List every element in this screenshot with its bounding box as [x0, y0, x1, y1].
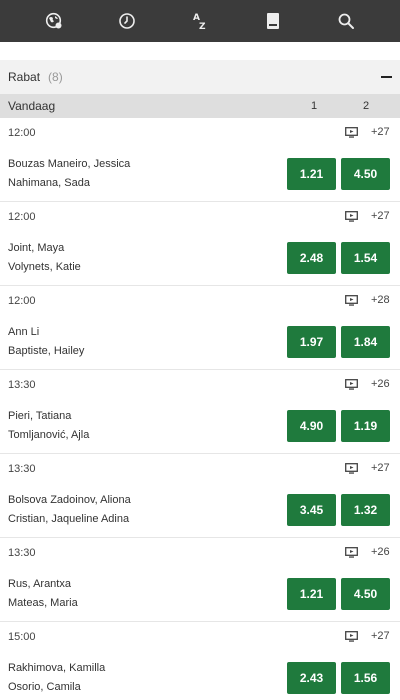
- event-row[interactable]: 12:00 +27 Bouzas Maneiro, Jessica Nahima…: [0, 118, 400, 202]
- odds-button-1[interactable]: 2.43: [287, 662, 336, 694]
- player-1-name: Joint, Maya: [8, 242, 65, 254]
- tv-icon: [345, 127, 358, 138]
- tv-icon: [345, 547, 358, 558]
- collapse-icon[interactable]: [381, 76, 392, 78]
- player-2-name: Baptiste, Hailey: [8, 345, 85, 357]
- svg-text:Z: Z: [199, 22, 206, 31]
- odds-button-1[interactable]: 3.45: [287, 494, 336, 526]
- player-1-name: Bolsova Zadoinov, Aliona: [8, 494, 131, 506]
- more-markets-link[interactable]: +27: [371, 462, 390, 474]
- odds-button-1[interactable]: 4.90: [287, 410, 336, 442]
- tv-icon: [345, 211, 358, 222]
- player-1-name: Ann Li: [8, 326, 40, 338]
- spacer: [0, 42, 400, 60]
- more-markets-link[interactable]: +27: [371, 126, 390, 138]
- event-time: 15:00: [8, 631, 36, 643]
- odds-button-1[interactable]: 2.48: [287, 242, 336, 274]
- odds-button-2[interactable]: 1.56: [341, 662, 390, 694]
- odds-button-2[interactable]: 1.32: [341, 494, 390, 526]
- tv-icon: [345, 631, 358, 642]
- tv-icon: [345, 379, 358, 390]
- more-markets-link[interactable]: +26: [371, 546, 390, 558]
- event-time: 13:30: [8, 463, 36, 475]
- column-2-label: 2: [362, 100, 370, 112]
- odds-button-2[interactable]: 1.19: [341, 410, 390, 442]
- event-time: 12:00: [8, 211, 36, 223]
- event-time: 13:30: [8, 379, 36, 391]
- more-markets-link[interactable]: +28: [371, 294, 390, 306]
- event-list: 12:00 +27 Bouzas Maneiro, Jessica Nahima…: [0, 118, 400, 700]
- column-header: Vandaag 1 2: [0, 94, 400, 118]
- top-navigation-bar: A Z: [0, 0, 400, 42]
- league-name: Rabat: [8, 70, 41, 84]
- column-1-label: 1: [310, 100, 318, 112]
- odds-button-2[interactable]: 4.50: [341, 158, 390, 190]
- event-row[interactable]: 13:30 +26 Rus, Arantxa Mateas, Maria 1.2…: [0, 538, 400, 622]
- more-markets-link[interactable]: +27: [371, 210, 390, 222]
- player-1-name: Rus, Arantxa: [8, 578, 71, 590]
- odds-button-2[interactable]: 1.84: [341, 326, 390, 358]
- player-2-name: Volynets, Katie: [8, 261, 81, 273]
- player-1-name: Bouzas Maneiro, Jessica: [8, 158, 131, 170]
- player-2-name: Nahimana, Sada: [8, 177, 90, 189]
- player-2-name: Osorio, Camila: [8, 681, 81, 693]
- player-1-name: Pieri, Tatiana: [8, 410, 72, 422]
- event-row[interactable]: 12:00 +28 Ann Li Baptiste, Hailey 1.97 1…: [0, 286, 400, 370]
- odds-button-2[interactable]: 4.50: [341, 578, 390, 610]
- event-row[interactable]: 12:00 +27 Joint, Maya Volynets, Katie 2.…: [0, 202, 400, 286]
- player-2-name: Mateas, Maria: [8, 597, 78, 609]
- odds-button-1[interactable]: 1.97: [287, 326, 336, 358]
- az-sort-icon[interactable]: A Z: [180, 0, 220, 42]
- betslip-icon[interactable]: [253, 0, 293, 42]
- more-markets-link[interactable]: +26: [371, 378, 390, 390]
- event-row[interactable]: 13:30 +26 Pieri, Tatiana Tomljanović, Aj…: [0, 370, 400, 454]
- league-header[interactable]: Rabat (8): [0, 60, 400, 94]
- event-row[interactable]: 13:30 +27 Bolsova Zadoinov, Aliona Crist…: [0, 454, 400, 538]
- tv-icon: [345, 295, 358, 306]
- odds-button-1[interactable]: 1.21: [287, 578, 336, 610]
- event-row[interactable]: 15:00 +27 Rakhimova, Kamilla Osorio, Cam…: [0, 622, 400, 700]
- tv-icon: [345, 463, 358, 474]
- player-2-name: Cristian, Jaqueline Adina: [8, 513, 130, 525]
- day-label: Vandaag: [8, 99, 56, 113]
- event-time: 12:00: [8, 295, 36, 307]
- globe-icon[interactable]: [34, 0, 74, 42]
- event-time: 13:30: [8, 547, 36, 559]
- event-time: 12:00: [8, 127, 36, 139]
- player-1-name: Rakhimova, Kamilla: [8, 662, 106, 674]
- clock-icon[interactable]: [107, 0, 147, 42]
- odds-button-1[interactable]: 1.21: [287, 158, 336, 190]
- player-2-name: Tomljanović, Ajla: [8, 429, 90, 441]
- more-markets-link[interactable]: +27: [371, 630, 390, 642]
- league-event-count: (8): [48, 70, 63, 84]
- odds-button-2[interactable]: 1.54: [341, 242, 390, 274]
- search-icon[interactable]: [326, 0, 366, 42]
